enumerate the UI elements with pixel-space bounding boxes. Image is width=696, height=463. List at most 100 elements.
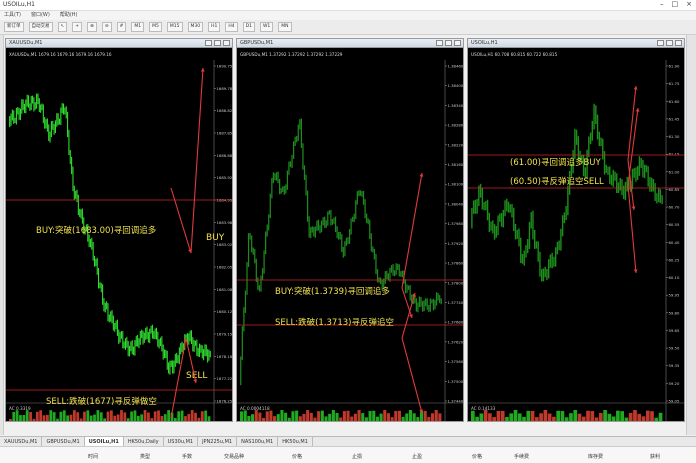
maximize-icon[interactable]: □ <box>672 0 679 8</box>
histogram-bar <box>116 414 120 421</box>
col-commission[interactable]: 手续费 <box>514 453 529 460</box>
menu-help[interactable]: 帮助(H) <box>60 11 78 20</box>
col-sl[interactable]: 止损 <box>352 453 362 460</box>
histogram-bar <box>306 410 310 421</box>
histogram-bar <box>637 413 642 421</box>
chart-window-usoil[interactable]: USOILu,H1 USOILu,H1 60.708 60.815 60.722… <box>467 38 685 422</box>
close-icon[interactable]: × <box>686 0 692 8</box>
histogram-bar <box>331 410 335 421</box>
period-m15[interactable]: M15 <box>166 22 183 32</box>
zoom-out-icon[interactable]: ⊖ <box>101 22 112 32</box>
price-label: 1690.75 <box>217 64 233 69</box>
chart-window-xauusd[interactable]: XAUUSDu,M1 XAUUSDu,M1 1679.16 1679.16 16… <box>5 38 233 422</box>
histogram-bar <box>471 410 475 421</box>
period-h4[interactable]: H4 <box>225 22 238 32</box>
period-d1[interactable]: D1 <box>242 22 255 32</box>
chart-window-gbpusd[interactable]: GBPUSDu,M1 GBPUSDu,M1 1.37292 1.37292 1.… <box>236 38 464 422</box>
arrow-head <box>633 269 638 273</box>
histogram-bar <box>273 416 277 421</box>
terminal-column-header: 时间 类型 手数 交易品种 价格 止损 止盈 价格 手续费 库存费 获利 <box>0 446 696 463</box>
histogram-bar <box>645 410 650 421</box>
histogram-bar <box>401 416 405 421</box>
minimize-icon[interactable] <box>657 40 664 46</box>
minimize-icon[interactable] <box>436 40 443 46</box>
histogram-bar <box>607 413 612 421</box>
grid-icon[interactable]: # <box>116 22 127 32</box>
period-m5[interactable]: M5 <box>149 22 162 32</box>
close-icon[interactable] <box>223 40 230 46</box>
histogram-bar <box>93 414 96 421</box>
period-w1[interactable]: W1 <box>259 22 274 32</box>
chart-caption[interactable]: XAUUSDu,M1 <box>6 39 232 48</box>
histogram-bar <box>42 415 46 421</box>
zoom-in-icon[interactable]: ⊕ <box>87 22 97 32</box>
col-tp[interactable]: 止盈 <box>412 453 422 460</box>
trend-arrow <box>190 67 204 254</box>
histogram-bar <box>76 412 80 421</box>
price-label: 1.38280 <box>448 123 464 128</box>
price-label: 1687.85 <box>217 131 233 136</box>
col-volume[interactable]: 手数 <box>182 453 192 460</box>
menu-window[interactable]: 窗口(W) <box>31 11 50 20</box>
price-label: 60.25 <box>669 257 680 262</box>
col-price[interactable]: 价格 <box>292 453 302 460</box>
histogram-bar <box>430 413 435 421</box>
col-symbol[interactable]: 交易品种 <box>224 453 244 460</box>
histogram-bar <box>113 415 117 421</box>
chart-canvas[interactable]: USOILu,H1 60.708 60.815 60.722 60.815 61.… <box>468 48 684 421</box>
close-icon[interactable] <box>675 40 682 46</box>
price-label: 1681.08 <box>217 287 233 292</box>
chart-tab-bar: XAUUSDu,M1 GBPUSDu,M1 USOILu,H1 HK50u,Da… <box>0 436 696 447</box>
price-label: 1.38400 <box>448 83 464 88</box>
period-m30[interactable]: M30 <box>187 22 204 32</box>
right-scroll-strip[interactable] <box>686 35 696 435</box>
histogram-bar <box>620 411 624 421</box>
histogram-bar <box>79 418 83 421</box>
toolbar: 新订单 自动交易 ↖ + ⊕ ⊖ # M1 M5 M15 M30 H1 H4 D… <box>0 20 696 35</box>
new-order-button[interactable]: 新订单 <box>4 22 24 32</box>
period-m1[interactable]: M1 <box>131 22 145 32</box>
menu-tools[interactable]: 工具(T) <box>4 11 21 20</box>
histogram-bar <box>15 410 19 421</box>
price-label: 1679.15 <box>217 332 233 337</box>
price-label: 1.37680 <box>448 320 464 325</box>
period-mn[interactable]: MN <box>278 22 292 32</box>
close-icon[interactable] <box>454 40 461 46</box>
histogram-bar <box>386 413 390 421</box>
period-h1[interactable]: H1 <box>208 22 221 32</box>
maximize-icon[interactable] <box>666 40 673 46</box>
histogram-bar <box>86 410 90 421</box>
col-time[interactable]: 时间 <box>88 453 98 460</box>
chart-canvas[interactable]: GBPUSDu,M1 1.37292 1.37292 1.37292 1.372… <box>237 48 463 421</box>
col-profit[interactable]: 获利 <box>650 453 660 460</box>
histogram-bar <box>624 417 629 421</box>
maximize-icon[interactable] <box>445 40 452 46</box>
maximize-icon[interactable] <box>214 40 221 46</box>
histogram-bar <box>49 410 53 421</box>
histogram-bar <box>513 410 518 421</box>
histogram-bar <box>375 416 379 421</box>
col-swap[interactable]: 库存费 <box>588 453 603 460</box>
histogram-bar <box>650 411 654 421</box>
histogram-bar <box>611 416 616 421</box>
left-scroll-strip[interactable] <box>0 35 4 435</box>
col-type[interactable]: 类型 <box>140 453 150 460</box>
crosshair-icon[interactable]: + <box>72 22 83 32</box>
price-label: 1677.22 <box>217 376 233 381</box>
chart-canvas[interactable]: XAUUSDu,M1 1679.16 1679.16 1679.16 1679.… <box>6 48 232 421</box>
minimize-icon[interactable]: – <box>660 0 664 8</box>
histogram-bar <box>120 410 123 421</box>
histogram-bar <box>335 412 339 421</box>
col-price-current[interactable]: 价格 <box>472 453 482 460</box>
histogram-bar <box>361 413 365 421</box>
histogram-bar <box>526 410 531 421</box>
histogram-bar <box>599 413 603 421</box>
autotrade-button[interactable]: 自动交易 <box>28 22 53 32</box>
minimize-icon[interactable] <box>205 40 212 46</box>
buy-tag: BUY <box>206 233 225 243</box>
cursor-icon[interactable]: ↖ <box>57 22 68 32</box>
chart-caption[interactable]: USOILu,H1 <box>468 39 684 48</box>
chart-caption[interactable]: GBPUSDu,M1 <box>237 39 463 48</box>
histogram-bar <box>173 417 177 421</box>
histogram-bar <box>603 410 607 421</box>
